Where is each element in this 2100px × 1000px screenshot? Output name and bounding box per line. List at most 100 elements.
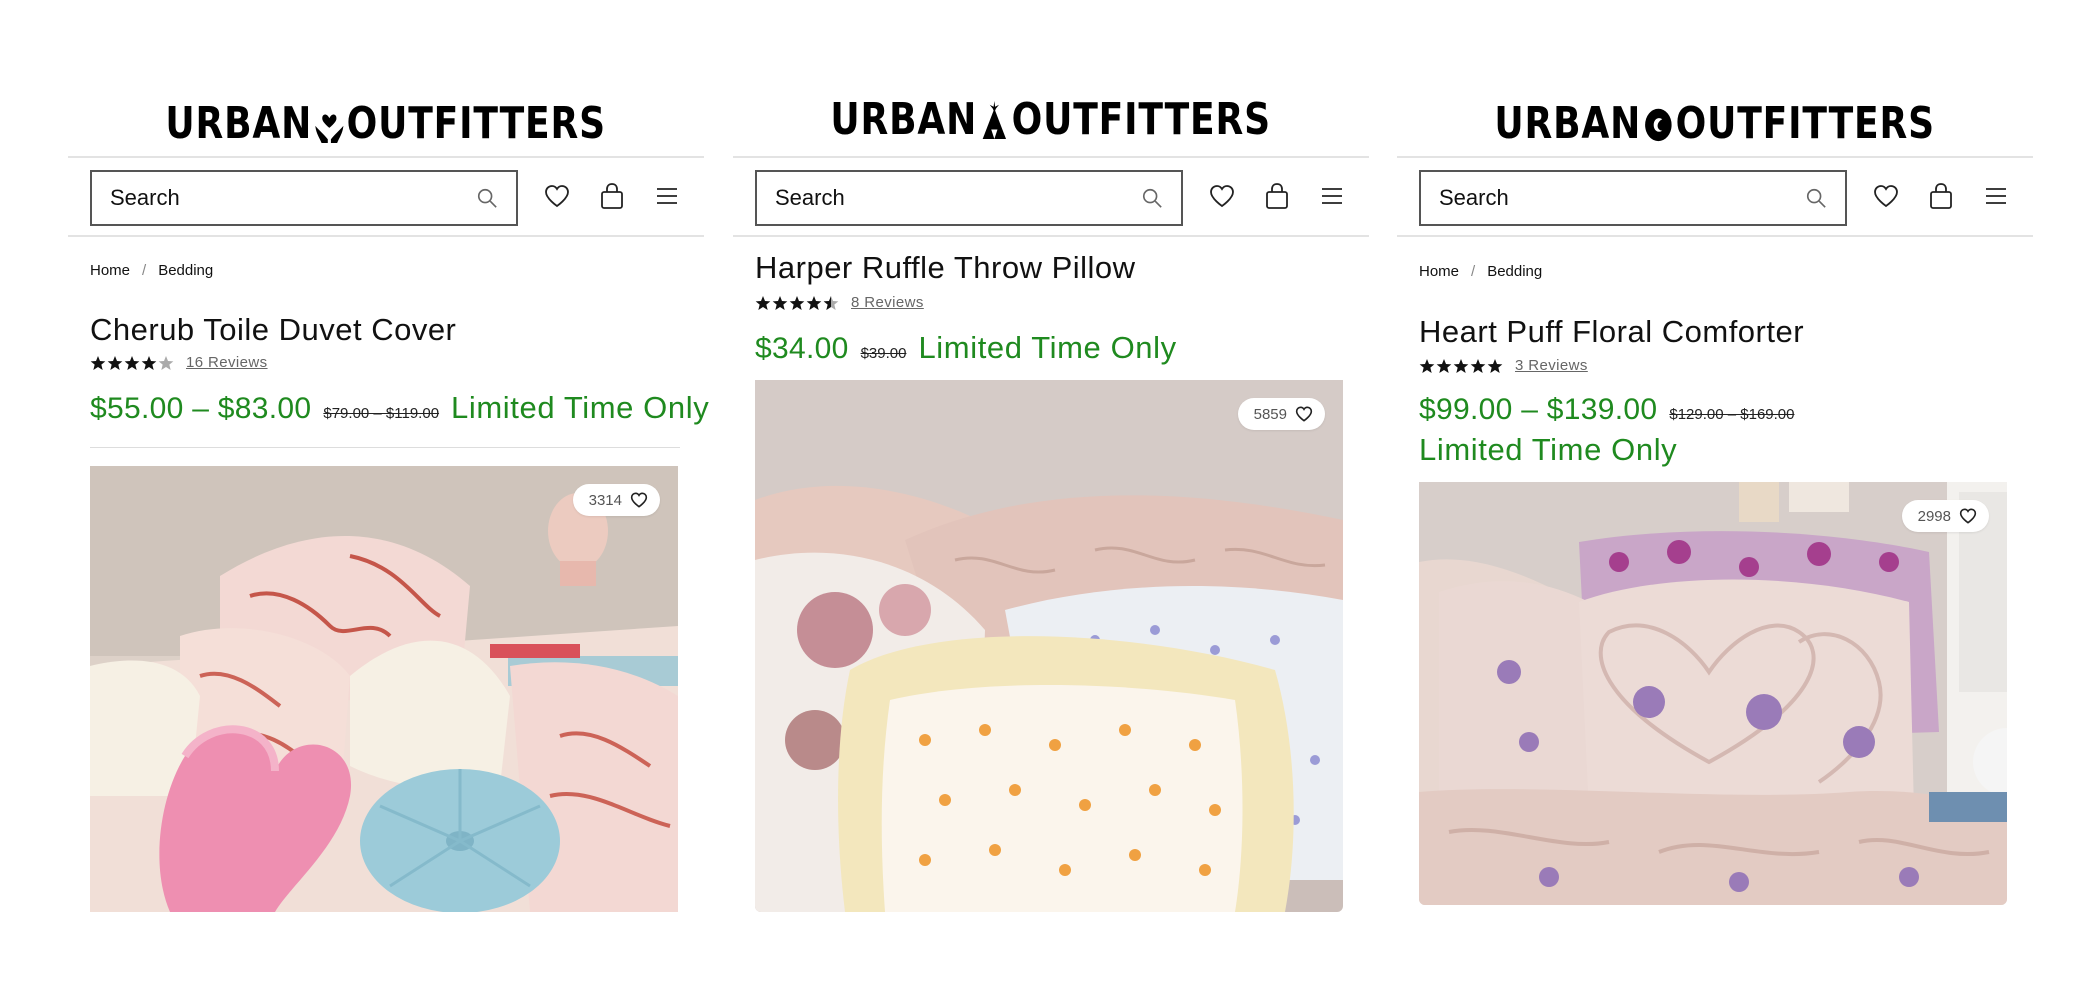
- search-input[interactable]: [1439, 185, 1805, 211]
- breadcrumb-home[interactable]: Home: [1419, 263, 1459, 280]
- star-rating: [90, 355, 174, 371]
- heart-icon: [545, 185, 569, 208]
- original-price: $79.00 – $119.00: [323, 405, 440, 422]
- star-rating: [755, 295, 839, 311]
- breadcrumb-bedding[interactable]: Bedding: [158, 262, 213, 279]
- price-row: $55.00 – $83.00 $79.00 – $119.00 Limited…: [90, 390, 709, 426]
- original-price: $129.00 – $169.00: [1669, 406, 1795, 423]
- search-box[interactable]: [755, 170, 1183, 226]
- brand-logo[interactable]: URBAN OUTFITTERS: [733, 96, 1369, 144]
- favorites-badge[interactable]: 5859: [1237, 398, 1325, 430]
- brand-logo[interactable]: URBAN OUTFITTERS: [1397, 100, 2033, 148]
- breadcrumb-separator: /: [1471, 263, 1476, 280]
- reviews-link[interactable]: 16 Reviews: [186, 354, 268, 371]
- search-box[interactable]: [90, 170, 518, 226]
- heart-icon: [1959, 508, 1977, 524]
- brand-logo[interactable]: URBAN OUTFITTERS: [68, 100, 704, 148]
- star-filled-icon: [124, 355, 140, 370]
- favorites-count: 3314: [588, 491, 622, 509]
- rating-row: 16 Reviews: [90, 354, 268, 371]
- breadcrumb: Home / Bedding: [1419, 263, 1542, 280]
- search-icon[interactable]: [1141, 187, 1163, 209]
- shopping-bag-button[interactable]: [1926, 181, 1956, 211]
- menu-button[interactable]: [1317, 181, 1347, 211]
- star-filled-icon: [806, 295, 822, 310]
- product-panel-cherub-duvet: URBANOUTFITTERS Home / Bedding Cherub To…: [68, 0, 709, 1000]
- original-price: $39.00: [860, 345, 907, 362]
- promo-label: Limited Time Only: [1419, 432, 1678, 467]
- sale-price: $34.00: [755, 332, 849, 365]
- product-image[interactable]: 2998: [1419, 482, 2007, 905]
- search-input[interactable]: [110, 185, 476, 211]
- star-filled-icon: [1487, 358, 1503, 373]
- hamburger-menu-icon: [1986, 188, 2006, 204]
- shopping-bag-icon: [1266, 183, 1288, 209]
- product-photo: [90, 466, 678, 912]
- star-filled-icon: [1453, 358, 1469, 373]
- product-image[interactable]: 5859: [755, 380, 1343, 912]
- product-photo: [755, 380, 1343, 912]
- header-divider: [1397, 235, 2033, 237]
- favorites-count: 5859: [1253, 405, 1287, 423]
- favorites-count: 2998: [1917, 507, 1951, 525]
- section-divider: [90, 447, 680, 448]
- reviews-link[interactable]: 8 Reviews: [851, 294, 924, 311]
- shopping-bag-button[interactable]: [597, 181, 627, 211]
- product-photo: [1419, 482, 2007, 905]
- product-image[interactable]: 3314: [90, 466, 678, 912]
- star-filled-icon: [1419, 358, 1435, 373]
- star-filled-icon: [789, 295, 805, 310]
- header-divider: [68, 235, 704, 237]
- rating-row: 8 Reviews: [755, 294, 924, 311]
- shopping-bag-icon: [1930, 183, 1952, 209]
- star-filled-icon: [90, 355, 106, 370]
- breadcrumb: Home / Bedding: [90, 262, 213, 279]
- star-filled-icon: [772, 295, 788, 310]
- tent-logo-mark: [983, 101, 1007, 139]
- hands-heart-logo-mark: [315, 114, 344, 143]
- star-filled-icon: [141, 355, 157, 370]
- search-icon[interactable]: [476, 187, 498, 209]
- breadcrumb-bedding[interactable]: Bedding: [1487, 263, 1542, 280]
- shopping-bag-button[interactable]: [1262, 181, 1292, 211]
- product-title: Harper Ruffle Throw Pillow: [755, 250, 1136, 285]
- favorites-badge[interactable]: 2998: [1901, 500, 1989, 532]
- heart-icon: [1874, 185, 1898, 208]
- hamburger-menu-icon: [1322, 188, 1342, 204]
- sale-price: $99.00 – $139.00: [1419, 393, 1658, 426]
- circle-logo-mark: [1645, 108, 1672, 142]
- heart-icon: [630, 492, 648, 508]
- star-filled-icon: [107, 355, 123, 370]
- breadcrumb-home[interactable]: Home: [90, 262, 130, 279]
- price-row: $34.00 $39.00 Limited Time Only: [755, 330, 1177, 366]
- breadcrumb-separator: /: [142, 262, 147, 279]
- star-filled-icon: [755, 295, 771, 310]
- menu-button[interactable]: [1981, 181, 2011, 211]
- promo-label: Limited Time Only: [918, 330, 1177, 365]
- product-panel-heart-puff-comforter: URBANOUTFITTERS Home / Bedding Heart Puf…: [1397, 0, 2033, 1000]
- header-divider: [733, 235, 1369, 237]
- menu-button[interactable]: [652, 181, 682, 211]
- product-panel-harper-pillow: URBANOUTFITTERS Harper Ruffle Throw Pill…: [733, 0, 1369, 1000]
- promo-label: Limited Time Only: [451, 390, 710, 425]
- search-box[interactable]: [1419, 170, 1847, 226]
- hamburger-menu-icon: [657, 188, 677, 204]
- wishlist-button[interactable]: [1871, 181, 1901, 211]
- star-rating: [1419, 358, 1503, 374]
- star-empty-icon: [158, 355, 174, 370]
- search-input[interactable]: [775, 185, 1141, 211]
- shopping-bag-icon: [601, 183, 623, 209]
- header-divider: [733, 156, 1369, 158]
- heart-icon: [1210, 185, 1234, 208]
- sale-price: $55.00 – $83.00: [90, 392, 312, 425]
- favorites-badge[interactable]: 3314: [572, 484, 660, 516]
- heart-icon: [1295, 406, 1313, 422]
- product-title: Cherub Toile Duvet Cover: [90, 312, 457, 347]
- star-filled-icon: [1470, 358, 1486, 373]
- header-divider: [1397, 156, 2033, 158]
- wishlist-button[interactable]: [1207, 181, 1237, 211]
- search-icon[interactable]: [1805, 187, 1827, 209]
- wishlist-button[interactable]: [542, 181, 572, 211]
- star-filled-icon: [1436, 358, 1452, 373]
- reviews-link[interactable]: 3 Reviews: [1515, 357, 1588, 374]
